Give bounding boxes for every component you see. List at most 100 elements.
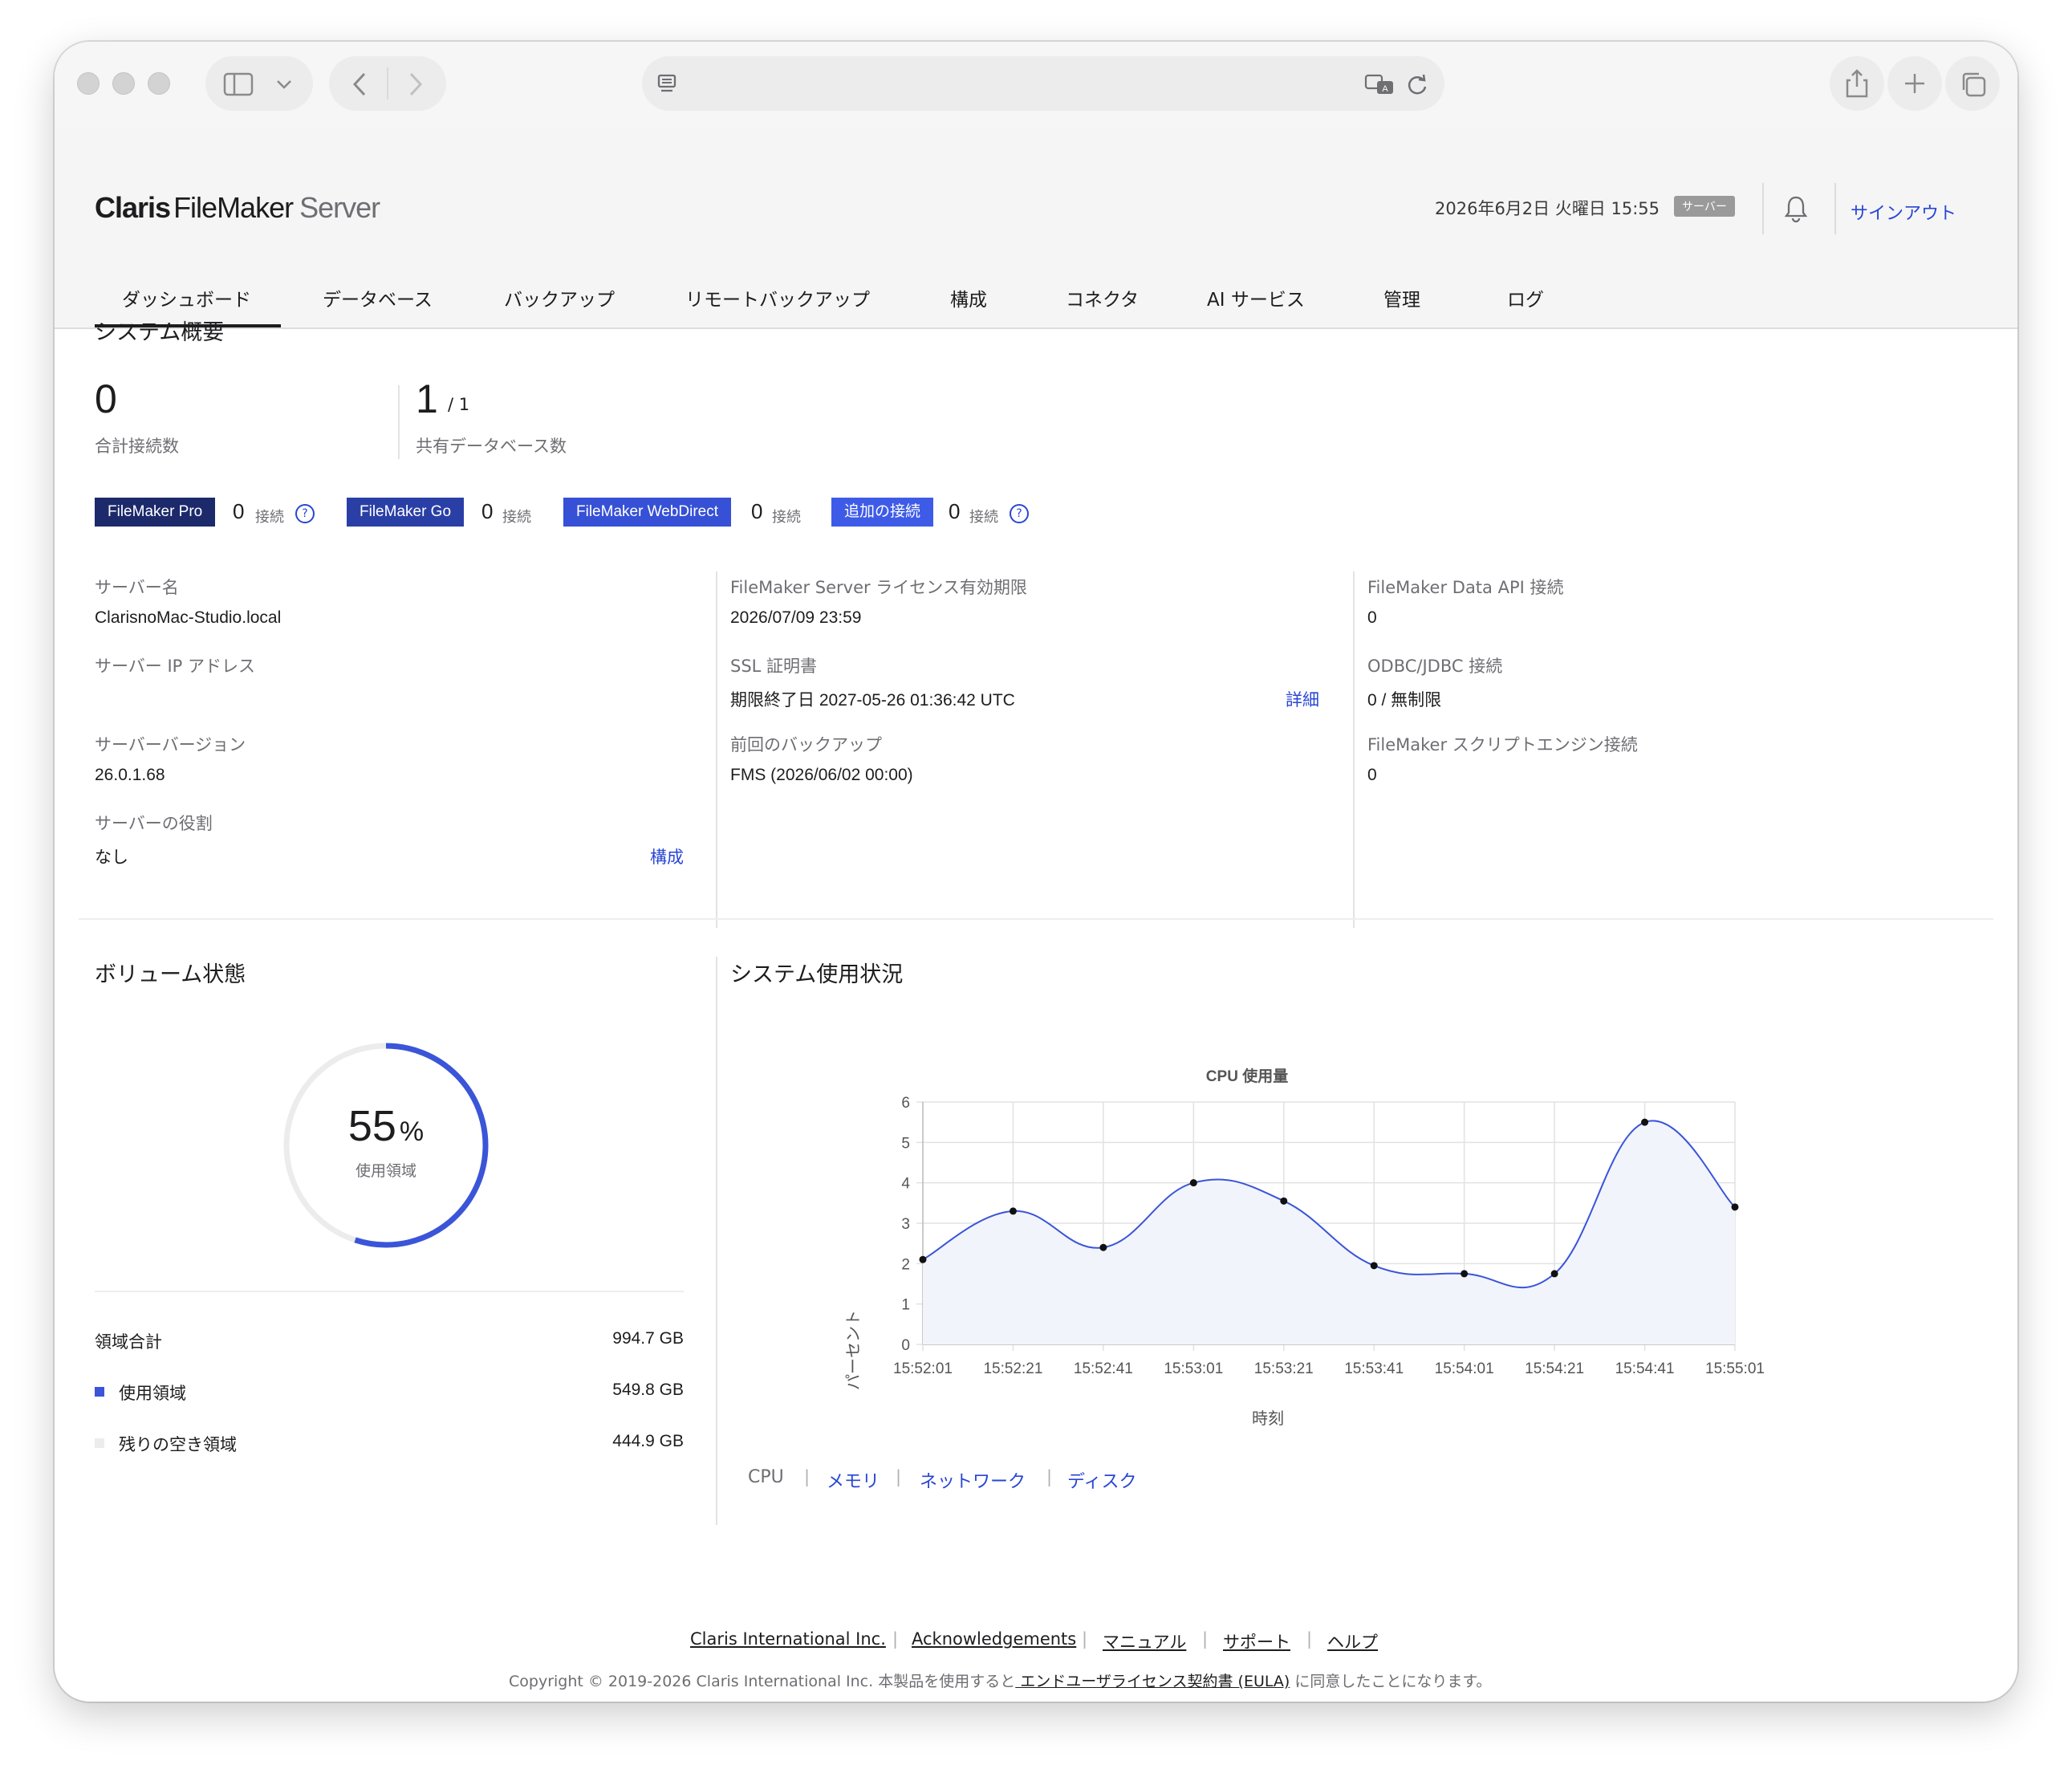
history-navigation [329,56,446,111]
additional-connections-count: 0 [949,499,961,523]
data-api-value: 0 [1367,608,1377,627]
system-overview-title: システム概要 [95,320,225,345]
usage-tab-memory[interactable]: メモリ [827,1467,880,1493]
notification-bell-icon[interactable] [1783,194,1809,223]
volume-percent: 55% [281,1101,491,1151]
help-icon[interactable]: ? [295,504,315,523]
tab-label: リモートバックアップ [685,290,870,311]
x-tick-label: 15:52:01 [893,1360,953,1377]
used-space-value: 549.8 GB [612,1381,684,1399]
total-space-label: 領域合計 [95,1333,162,1352]
reload-icon[interactable] [1404,72,1430,98]
tab-label: ダッシュボード [122,290,251,311]
ssl-cert-label: SSL 証明書 [730,657,818,676]
y-tick-label: 1 [901,1297,910,1314]
filemaker-pro-unit: 接続 [255,509,284,526]
total-space-value: 994.7 GB [612,1329,684,1348]
ssl-detail-link[interactable]: 詳細 [1286,687,1319,711]
tab-label: ログ [1507,290,1544,311]
odbc-jdbc-label: ODBC/JDBC 接続 [1367,657,1503,676]
ssl-cert-value: 期限終了日 2027-05-26 01:36:42 UTC [730,691,1015,710]
chart-x-axis-label: 時刻 [1252,1409,1284,1428]
minimize-window-button[interactable] [112,72,135,95]
y-tick-label: 4 [901,1176,910,1193]
additional-connections-badge: 追加の接続 [831,498,934,527]
tab-overview-button[interactable] [1945,56,2000,111]
script-engine-label: FileMaker スクリプトエンジン接続 [1367,735,1638,754]
y-tick-label: 5 [901,1135,910,1152]
x-tick-label: 15:54:01 [1435,1360,1494,1377]
sidebar-toggle-button[interactable] [205,56,313,111]
tab-label: データベース [323,290,433,311]
shared-db-total: / 1 [448,395,470,414]
forward-arrow-icon[interactable] [403,71,429,98]
footer-separator: | [1202,1629,1209,1649]
chart-title: CPU 使用量 [1206,1068,1288,1085]
x-tick-label: 15:53:21 [1254,1360,1314,1377]
total-connections-value: 0 [95,376,117,421]
page-menu-icon[interactable] [655,72,679,96]
signout-link[interactable]: サインアウト [1851,199,1956,225]
cpu-data-point [1641,1118,1649,1126]
filemaker-pro-count: 0 [233,499,245,523]
server-name-value: ClarisnoMac-Studio.local [95,608,282,627]
shared-db-value: 1 [416,376,438,421]
free-space-value: 444.9 GB [612,1432,684,1450]
x-tick-label: 15:52:41 [1074,1360,1133,1377]
volume-center-label: 使用領域 [355,1162,416,1180]
footer-link-help[interactable]: ヘルプ [1327,1629,1378,1653]
footer-link-manual[interactable]: マニュアル [1103,1629,1186,1653]
tab-label: 管理 [1383,290,1420,311]
usage-tab-cpu[interactable]: CPU [748,1467,784,1487]
help-icon[interactable]: ? [1010,504,1029,523]
back-arrow-icon[interactable] [347,71,372,98]
total-connections-label: 合計接続数 [95,437,179,456]
footer-separator: | [1082,1629,1088,1649]
sidebar-icon [223,72,254,96]
claris-filemaker-server-logo: Claris FileMaker Server [95,191,380,225]
volume-divider [95,1291,684,1292]
footer-link-support[interactable]: サポート [1223,1629,1290,1653]
volume-status-title: ボリューム状態 [95,962,246,987]
overview-divider [398,385,400,459]
x-tick-label: 15:54:21 [1525,1360,1584,1377]
logo-claris: Claris [95,191,171,224]
browser-toolbar: A [55,42,2017,127]
filemaker-webdirect-unit: 接続 [772,509,801,526]
configuration-link[interactable]: 構成 [650,844,684,868]
filemaker-webdirect-count: 0 [751,499,763,523]
usage-tab-network[interactable]: ネットワーク [920,1467,1026,1493]
script-engine-value: 0 [1367,766,1377,784]
shared-db-label: 共有データベース数 [416,437,567,456]
copyright-prefix: Copyright © 2019-2026 Claris Internation… [509,1673,1016,1690]
eula-link[interactable]: エンドユーザライセンス契約書 (EULA) [1015,1673,1290,1690]
filemaker-webdirect-badge: FileMaker WebDirect [563,498,732,527]
share-button[interactable] [1830,56,1884,111]
footer-link-claris[interactable]: Claris International Inc. [690,1629,886,1649]
section-divider [79,918,1993,920]
data-api-label: FileMaker Data API 接続 [1367,578,1564,597]
last-backup-label: 前回のバックアップ [730,735,882,754]
new-tab-button[interactable] [1887,56,1942,111]
tab-separator: | [1046,1467,1053,1486]
filemaker-go-count: 0 [481,499,494,523]
footer-separator: | [1306,1629,1313,1649]
server-role-value: なし [95,848,128,867]
translate-icon[interactable]: A [1364,72,1396,96]
free-space-label: 残りの空き領域 [119,1436,237,1454]
copyright-text: Copyright © 2019-2026 Claris Internation… [509,1669,1491,1691]
x-tick-label: 15:53:41 [1344,1360,1404,1377]
logo-filemaker: FileMaker [173,191,294,224]
close-window-button[interactable] [77,72,100,95]
x-tick-label: 15:54:41 [1615,1360,1675,1377]
browser-window: A Claris FileMaker Server 2026年6月2日 火曜日 … [55,42,2017,1702]
license-expiry-value: 2026/07/09 23:59 [730,608,862,627]
address-bar[interactable]: A [642,56,1444,111]
usage-tab-disk[interactable]: ディスク [1067,1467,1136,1493]
zoom-window-button[interactable] [148,72,170,95]
app-header: Claris FileMaker Server 2026年6月2日 火曜日 15:5… [55,127,2017,329]
footer-link-acknowledgements[interactable]: Acknowledgements [912,1629,1076,1649]
logo-server: Server [299,191,380,224]
server-ip-label: サーバー IP アドレス [95,657,255,676]
server-version-label: サーバーバージョン [95,735,246,754]
